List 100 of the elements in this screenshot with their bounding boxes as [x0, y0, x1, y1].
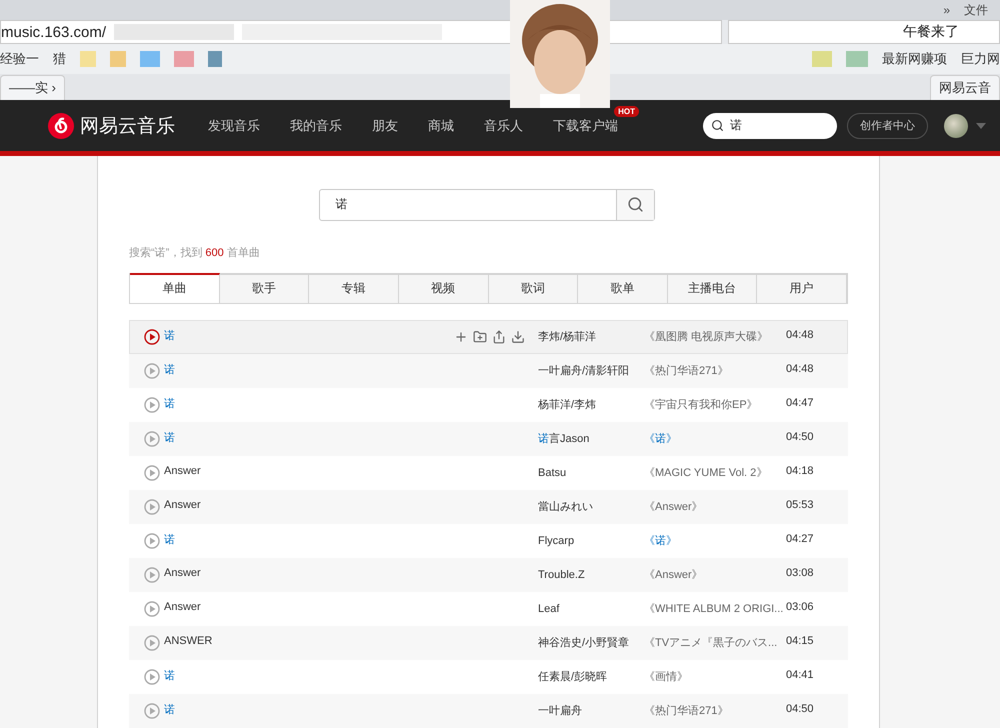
song-row[interactable]: 诺 李炜/杨菲洋 《凰图腾 电视原声大碟》 04:48 [129, 320, 848, 354]
artist-name[interactable]: 诺言Jason [538, 431, 644, 446]
hot-badge: HOT [614, 106, 639, 116]
artist-name[interactable]: 當山みれい [538, 499, 644, 514]
song-title[interactable]: Answer [164, 465, 454, 478]
tab[interactable]: 歌词 [488, 272, 578, 303]
artist-name[interactable]: Leaf [538, 602, 644, 615]
song-row[interactable]: Answer 當山みれい 《Answer》 05:53 [129, 490, 848, 524]
folder-plus-icon[interactable] [473, 330, 487, 344]
duration: 05:53 [786, 499, 814, 512]
album-name[interactable]: 《Answer》 [644, 499, 786, 514]
song-title[interactable]: 诺 [164, 532, 454, 547]
duration: 04:48 [786, 329, 814, 342]
tab[interactable]: 专辑 [309, 272, 399, 303]
play-icon[interactable] [144, 464, 160, 481]
overflow-glyph[interactable]: » [943, 3, 950, 18]
play-icon[interactable] [144, 328, 160, 345]
nav-link[interactable]: 我的音乐 [275, 116, 357, 134]
album-name[interactable]: 《画情》 [644, 669, 786, 684]
tab[interactable]: 单曲 [130, 272, 220, 303]
nav-link[interactable]: 音乐人 [469, 116, 538, 134]
share-icon[interactable] [492, 330, 506, 344]
song-title[interactable]: 诺 [164, 702, 454, 717]
result-summary: 搜索“诺”，找到 600 首单曲 [129, 246, 261, 260]
artist-name[interactable]: Batsu [538, 466, 644, 479]
song-title[interactable]: Answer [164, 567, 454, 580]
blurred-block [208, 51, 222, 68]
song-title[interactable]: ANSWER [164, 635, 454, 648]
nav-link[interactable]: 发现音乐 [193, 116, 275, 134]
album-name[interactable]: 《诺》 [644, 431, 786, 446]
file-menu[interactable]: 文件 [964, 2, 988, 19]
nav-link[interactable]: 商城 [413, 116, 469, 134]
song-title[interactable]: 诺 [164, 430, 454, 445]
nav-link[interactable]: 下载客户端 [538, 116, 633, 134]
creator-center-button[interactable]: 创作者中心 [847, 112, 928, 138]
duration: 03:06 [786, 601, 814, 614]
browser-tab[interactable]: ——实 › [0, 75, 65, 100]
blurred-block [846, 51, 868, 68]
artist-name[interactable]: Trouble.Z [538, 568, 644, 581]
song-row[interactable]: ANSWER 神谷浩史/小野賢章 《TVアニメ『黒子のバス... 04:15 [129, 626, 848, 660]
song-title[interactable]: 诺 [164, 396, 454, 411]
song-row[interactable]: 诺 诺言Jason 《诺》 04:50 [129, 422, 848, 456]
duration: 03:08 [786, 567, 814, 580]
album-name[interactable]: 《Answer》 [644, 567, 786, 582]
download-icon[interactable] [511, 330, 525, 344]
duration: 04:47 [786, 397, 814, 410]
song-title[interactable]: Answer [164, 601, 454, 614]
album-name[interactable]: 《热门华语271》 [644, 703, 786, 718]
bookmark[interactable]: 猎 [53, 50, 66, 68]
avatar[interactable] [944, 114, 968, 138]
album-name[interactable]: 《诺》 [644, 533, 786, 548]
site-logo[interactable]: 网易云音乐 [48, 112, 175, 138]
artist-name[interactable]: 神谷浩史/小野賢章 [538, 635, 644, 650]
duration: 04:48 [786, 363, 814, 376]
caret-icon[interactable] [976, 122, 986, 128]
nav-link[interactable]: 朋友 [357, 116, 413, 134]
song-title[interactable]: Answer [164, 499, 454, 512]
tab[interactable]: 视频 [398, 272, 488, 303]
album-name[interactable]: 《TVアニメ『黒子のバス... [644, 635, 786, 650]
plus-icon[interactable] [454, 330, 468, 344]
search-field[interactable]: 诺 [703, 112, 837, 138]
duration: 04:27 [786, 533, 814, 546]
album-name[interactable]: 《MAGIC YUME Vol. 2》 [644, 465, 786, 480]
play-icon[interactable] [144, 532, 160, 549]
blurred-block [174, 51, 194, 68]
song-row[interactable]: 诺 一叶扁舟 《热门华语271》 04:50 [129, 694, 848, 728]
bookmark[interactable]: 经验一 [0, 50, 39, 68]
duration: 04:41 [786, 669, 814, 682]
song-title[interactable]: 诺 [164, 668, 454, 683]
song-row[interactable]: Answer Trouble.Z 《Answer》 03:08 [129, 558, 848, 592]
album-name[interactable]: 《热门华语271》 [644, 363, 786, 378]
song-title[interactable]: 诺 [164, 362, 454, 377]
tab[interactable]: 歌单 [578, 272, 668, 303]
duration: 04:50 [786, 431, 814, 444]
album-name[interactable]: 《WHITE ALBUM 2 ORIGI... [644, 601, 786, 616]
duration: 04:18 [786, 465, 814, 478]
album-name[interactable]: 《凰图腾 电视原声大碟》 [644, 329, 786, 344]
artist-name[interactable]: 一叶扁舟 [538, 703, 644, 718]
play-icon[interactable] [144, 600, 160, 617]
address-field[interactable]: 午餐来了 [728, 20, 1000, 44]
bookmark[interactable]: 巨力网 [961, 50, 1000, 68]
search-icon [711, 119, 724, 132]
blurred-block [140, 51, 160, 68]
song-row[interactable]: 诺 一叶扁舟/清影轩阳 《热门华语271》 04:48 [129, 354, 848, 388]
bookmark[interactable]: 最新网赚项 [882, 50, 947, 68]
song-title[interactable]: 诺 [164, 328, 454, 343]
duration: 04:15 [786, 635, 814, 648]
artist-name[interactable]: Flycarp [538, 534, 644, 547]
play-icon[interactable] [144, 668, 160, 685]
play-icon[interactable] [144, 396, 160, 413]
artist-name[interactable]: 杨菲洋/李炜 [538, 397, 644, 412]
browser-tab[interactable]: 网易云音 [930, 75, 1000, 100]
tab[interactable]: 歌手 [220, 272, 310, 303]
tab[interactable]: 主播电台 [668, 272, 758, 303]
blurred-block [110, 51, 126, 68]
artist-name[interactable]: 李炜/杨菲洋 [538, 329, 644, 344]
tab[interactable]: 用户 [757, 272, 847, 303]
album-name[interactable]: 《宇宙只有我和你EP》 [644, 397, 786, 412]
artist-name[interactable]: 一叶扁舟/清影轩阳 [538, 363, 644, 378]
artist-name[interactable]: 任素晨/彭晓晖 [538, 669, 644, 684]
